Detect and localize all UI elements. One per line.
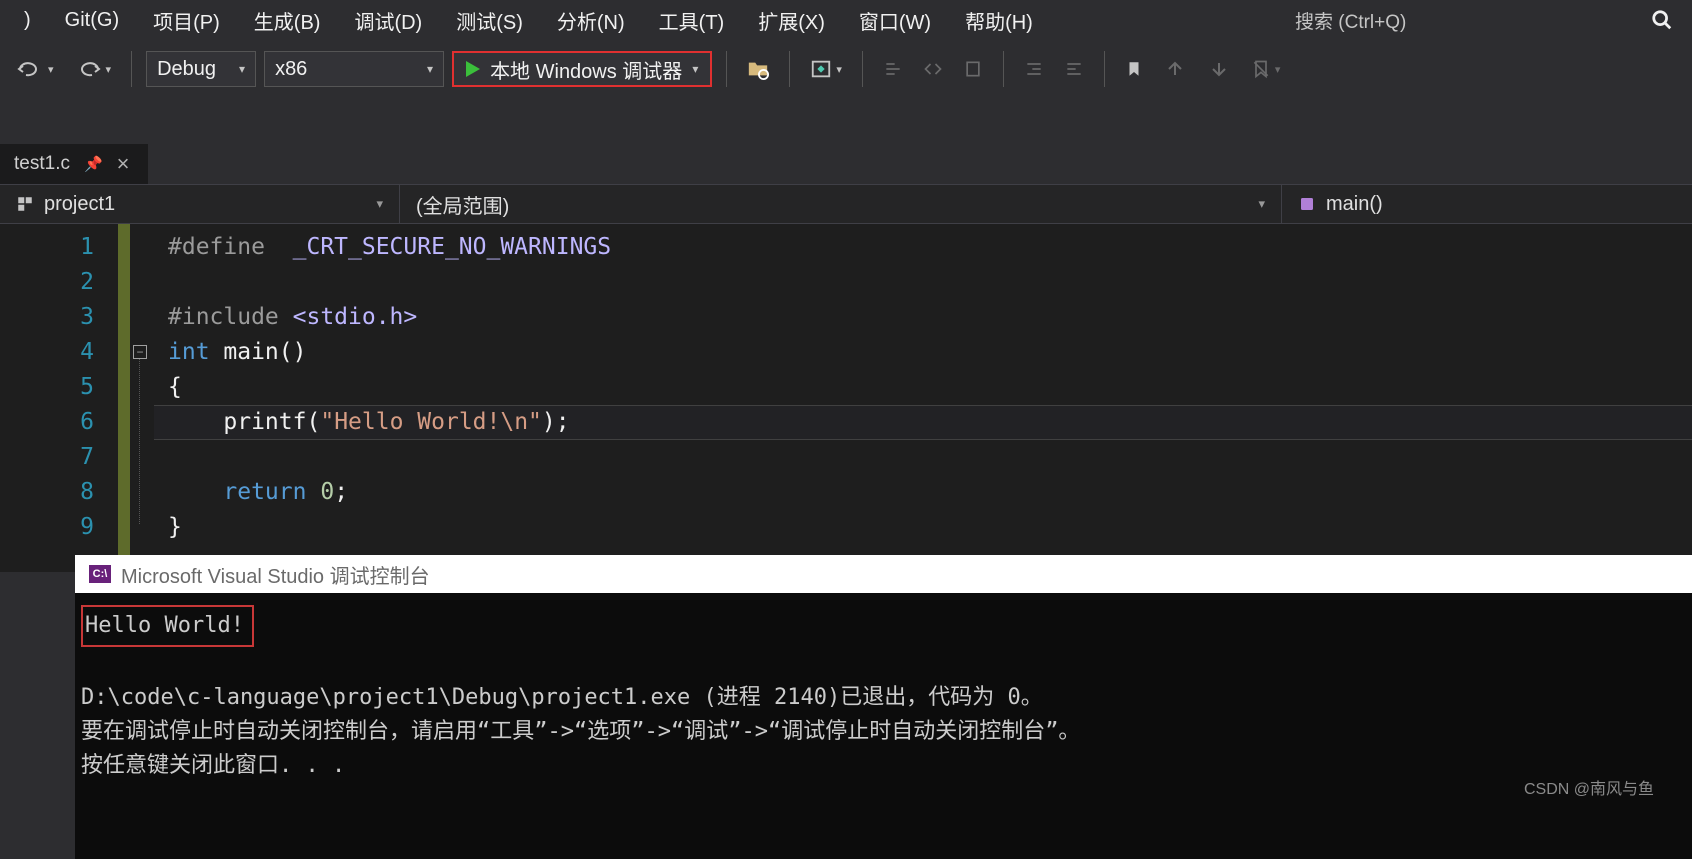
undo-button[interactable]: ▾ [10,51,60,87]
outdent-button[interactable] [1058,51,1090,87]
scope-name: (全局范围) [416,190,509,219]
toolbar-separator [789,51,790,87]
menu-item[interactable]: 项目(P) [139,0,234,41]
toolbar-separator [862,51,863,87]
line-number: 4 [0,335,94,370]
play-icon [466,61,480,77]
menu-bar: ) Git(G)项目(P)生成(B)调试(D)测试(S)分析(N)工具(T)扩展… [0,0,1692,40]
toolbar: ▾ ▾ Debug ▾ x86 ▾ 本地 Windows 调试器 ▾ ▾ [0,40,1692,98]
line-number: 7 [0,440,94,475]
menu-item[interactable]: 窗口(W) [845,0,945,41]
code-line[interactable]: } [168,510,1692,545]
indent-button[interactable] [1018,51,1050,87]
change-margin [118,224,130,572]
menu-item[interactable]: 工具(T) [645,0,739,41]
line-number-gutter: 123456789 [0,224,118,572]
toolbar-separator [131,51,132,87]
menu-item[interactable]: 扩展(X) [744,0,839,41]
platform-value: x86 [275,58,307,81]
code-area[interactable]: #define _CRT_SECURE_NO_WARNINGS #include … [154,224,1692,572]
config-value: Debug [157,58,216,81]
line-number: 5 [0,370,94,405]
line-number: 9 [0,510,94,545]
code-editor[interactable]: 123456789 − #define _CRT_SECURE_NO_WARNI… [0,224,1692,572]
chevron-down-icon: ▾ [376,196,383,212]
uncomment-button[interactable] [917,51,949,87]
watermark: CSDN @南风与鱼 [1524,775,1654,799]
line-number: 8 [0,475,94,510]
property-page-button[interactable]: ▾ [804,51,848,87]
code-line[interactable]: #define _CRT_SECURE_NO_WARNINGS [168,230,1692,265]
platform-dropdown[interactable]: x86 ▾ [264,51,444,87]
chevron-down-icon: ▾ [1258,196,1265,212]
code-line[interactable]: return 0; [168,475,1692,510]
console-title-text: Microsoft Visual Studio 调试控制台 [121,560,430,589]
line-number: 6 [0,405,94,440]
code-line[interactable]: int main() [168,335,1692,370]
console-press-line: 按任意键关闭此窗口. . . [81,753,345,778]
redo-button[interactable]: ▾ [68,51,118,87]
code-line[interactable] [168,440,1692,475]
menu-item-partial[interactable]: ) [10,3,45,38]
project-context-dropdown[interactable]: project1 ▾ [0,185,400,223]
line-number: 3 [0,300,94,335]
chevron-down-icon: ▾ [692,62,698,76]
function-context-dropdown[interactable]: main() [1282,185,1692,223]
document-tab-active[interactable]: test1.c 📌 × [0,144,148,184]
search-placeholder: 搜索 (Ctrl+Q) [1283,7,1406,34]
debug-console-window: C:\ Microsoft Visual Studio 调试控制台 Hello … [75,555,1692,859]
console-exit-line: D:\code\c-language\project1\Debug\projec… [81,685,1043,710]
document-tab-bar: test1.c 📌 × [0,144,1692,184]
console-titlebar[interactable]: C:\ Microsoft Visual Studio 调试控制台 [75,555,1692,593]
prev-bookmark-button[interactable] [1157,51,1193,87]
comment-button[interactable] [877,51,909,87]
menu-item[interactable]: 帮助(H) [951,0,1047,41]
clear-bookmarks-button[interactable]: ▾ [1245,51,1287,87]
toolbar-separator [1003,51,1004,87]
toolbar-separator [726,51,727,87]
search-icon [1651,9,1673,31]
code-line[interactable] [168,265,1692,300]
chevron-down-icon: ▾ [239,62,245,76]
project-name: project1 [44,193,115,216]
chevron-down-icon: ▾ [427,62,433,76]
fold-guide [139,359,140,524]
fold-toggle[interactable]: − [133,345,147,359]
bookmark-button[interactable] [1119,51,1149,87]
toolbar-separator [1104,51,1105,87]
menu-item[interactable]: Git(G) [51,3,133,38]
fold-gutter: − [130,224,154,572]
function-icon [1298,195,1316,213]
menu-item[interactable]: 调试(D) [340,0,436,41]
next-bookmark-button[interactable] [1201,51,1237,87]
tab-gutter [0,98,1692,144]
line-number: 1 [0,230,94,265]
line-number: 2 [0,265,94,300]
console-hint-line: 要在调试停止时自动关闭控制台，请启用“工具”->“选项”->“调试”->“调试停… [81,719,1080,744]
function-name: main() [1326,193,1383,216]
menu-item[interactable]: 分析(N) [543,0,639,41]
search-box[interactable]: 搜索 (Ctrl+Q) [1282,0,1682,40]
menu-item[interactable]: 生成(B) [240,0,335,41]
vs-icon: C:\ [89,565,111,583]
close-icon[interactable]: × [117,151,130,177]
code-line[interactable]: { [168,370,1692,405]
debug-label: 本地 Windows 调试器 [490,55,682,84]
console-output[interactable]: Hello World! D:\code\c-language\project1… [75,593,1692,859]
menu-item[interactable]: 测试(S) [442,0,537,41]
code-line[interactable]: #include <stdio.h> [168,300,1692,335]
project-icon [16,195,34,213]
format-button[interactable] [957,51,989,87]
scope-context-dropdown[interactable]: (全局范围) ▾ [400,185,1282,223]
document-tab-label: test1.c [14,153,70,175]
pin-icon[interactable]: 📌 [84,155,103,173]
context-bar: project1 ▾ (全局范围) ▾ main() [0,184,1692,224]
console-highlighted-output: Hello World! [81,605,254,647]
open-file-button[interactable] [741,51,775,87]
start-debug-button[interactable]: 本地 Windows 调试器 ▾ [452,51,712,87]
config-dropdown[interactable]: Debug ▾ [146,51,256,87]
code-line[interactable]: printf("Hello World!\n"); [168,405,1692,440]
